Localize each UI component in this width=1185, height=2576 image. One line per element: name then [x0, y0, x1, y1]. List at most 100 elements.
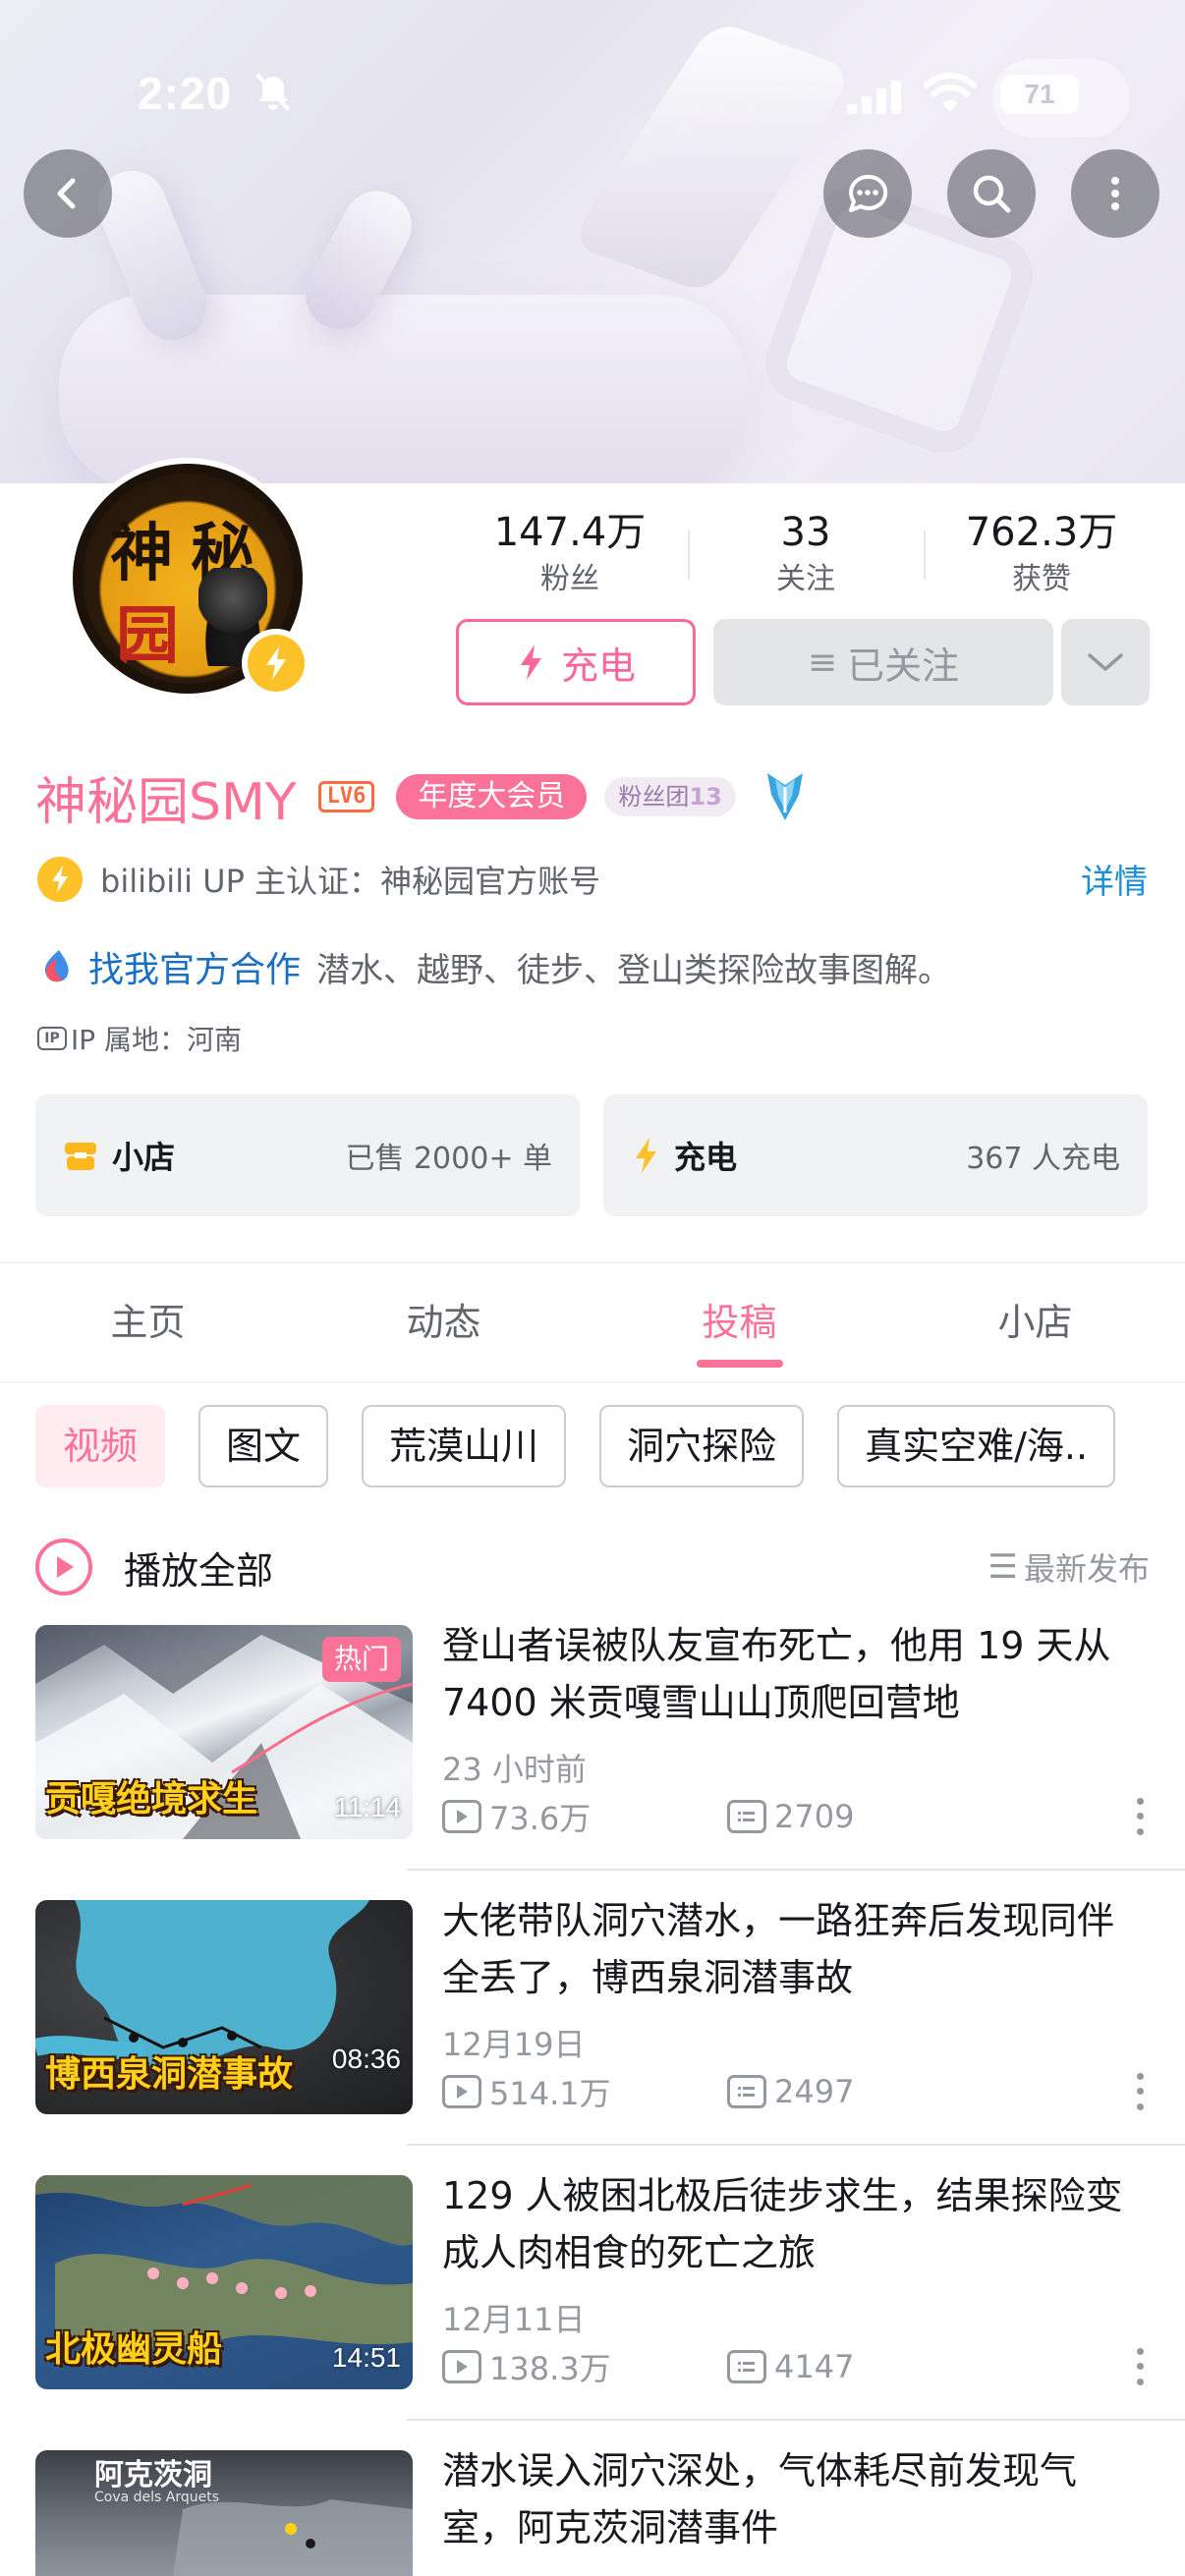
thumbnail-title: 阿克茨洞	[94, 2458, 212, 2492]
shop-card[interactable]: 小店 已售 2000+ 单	[35, 1094, 580, 1216]
ip-location: IP 属地：河南	[71, 1024, 243, 1056]
charge-button[interactable]: 充电	[456, 619, 696, 705]
message-button[interactable]	[823, 149, 912, 238]
video-thumbnail[interactable]: 博西泉洞潜事故 08:36	[35, 1900, 413, 2114]
fan-group-label: 粉丝团	[618, 783, 690, 811]
chip-air-sea-disasters[interactable]: 真实空难/海..	[837, 1405, 1116, 1487]
more-button[interactable]	[1071, 149, 1159, 238]
video-date: 12月11日	[442, 2301, 586, 2338]
wifi-icon	[924, 73, 977, 112]
chip-cave-exploration[interactable]: 洞穴探险	[599, 1405, 805, 1487]
thumbnail-title: 贡嘎绝境求生	[45, 1779, 258, 1820]
thumbnail-title: 北极幽灵船	[45, 2329, 223, 2370]
profile-stats: 147.4万 粉丝 33 关注 762.3万 获赞	[452, 505, 1159, 603]
divider	[0, 1381, 1185, 1383]
level-badge: LV6	[317, 781, 375, 812]
stat-following[interactable]: 33 关注	[688, 505, 924, 603]
video-meta: 73.6万 2709	[442, 1794, 1130, 1839]
divider	[407, 2144, 1185, 2146]
play-count-icon	[442, 2075, 481, 2108]
danmaku-count-value: 2709	[774, 1798, 855, 1835]
shop-icon	[65, 1143, 96, 1170]
view-count: 514.1万	[442, 2069, 727, 2114]
tab-dynamics[interactable]: 动态	[296, 1263, 592, 1381]
sort-dropdown[interactable]: ☰ 最新发布	[988, 1544, 1151, 1590]
verified-badge	[242, 629, 310, 698]
menu-lines-icon: ≡	[807, 642, 838, 683]
danmaku-icon	[727, 2075, 766, 2108]
video-more-button[interactable]	[1130, 1794, 1150, 1839]
video-duration: 14:51	[331, 2342, 401, 2373]
followed-button[interactable]: ≡ 已关注	[713, 619, 1053, 705]
auth-detail-link[interactable]: 详情	[1081, 855, 1148, 903]
auth-text: bilibili UP 主认证：神秘园官方账号	[100, 863, 601, 900]
status-time: 2:20	[138, 68, 233, 119]
tab-shop[interactable]: 小店	[887, 1263, 1183, 1381]
back-icon	[57, 178, 76, 209]
video-thumbnail[interactable]: 北极幽灵船 14:51	[35, 2175, 413, 2389]
video-more-button[interactable]	[1130, 2344, 1150, 2389]
video-meta: 138.3万 4147	[442, 2344, 1130, 2389]
stat-label: 粉丝	[540, 562, 599, 596]
avatar-text: 神	[110, 517, 173, 590]
charge-button-label: 充电	[560, 644, 636, 688]
view-count-value: 138.3万	[489, 2350, 611, 2387]
video-thumbnail[interactable]: 阿克茨洞 Cova dels Arquets	[35, 2450, 413, 2576]
search-button[interactable]	[947, 149, 1036, 238]
video-duration: 08:36	[331, 2044, 401, 2074]
video-thumbnail[interactable]: 热门 贡嘎绝境求生 11:14	[35, 1625, 413, 1839]
view-count: 73.6万	[442, 1794, 727, 1839]
play-all-row: 播放全部 ☰ 最新发布	[35, 1533, 1150, 1601]
video-item[interactable]: 北极幽灵船 14:51 129 人被困北极后徒步求生，结果探险变成人肉相食的死亡…	[35, 2174, 1150, 2393]
chip-desert-mountains[interactable]: 荒漠山川	[362, 1405, 567, 1487]
video-item[interactable]: 博西泉洞潜事故 08:36 大佬带队洞穴潜水，一路狂奔后发现同伴全丢了，博西泉洞…	[35, 1899, 1150, 2118]
charge-card-value: 367 人充电	[966, 1142, 1120, 1176]
recommend-dropdown-button[interactable]	[1061, 619, 1150, 705]
play-count-icon	[442, 1800, 481, 1833]
battery-indicator: 71	[1000, 75, 1079, 114]
play-icon	[57, 1556, 74, 1578]
video-item[interactable]: 热门 贡嘎绝境求生 11:14 登山者误被队友宣布死亡，他用 19 天从 740…	[35, 1624, 1150, 1843]
lightning-icon	[37, 857, 83, 902]
stat-followers[interactable]: 147.4万 粉丝	[452, 505, 688, 603]
video-title[interactable]: 大佬带队洞穴潜水，一路狂奔后发现同伴全丢了，博西泉洞潜事故	[442, 1892, 1150, 2006]
stat-likes[interactable]: 762.3万 获赞	[924, 505, 1159, 603]
danmaku-count-value: 4147	[774, 2348, 855, 2385]
sort-icon: ☰	[988, 1547, 1018, 1587]
chevron-down-icon	[1088, 653, 1123, 671]
vip-badge[interactable]: 年度大会员	[396, 774, 588, 819]
video-title[interactable]: 登山者误被队友宣布死亡，他用 19 天从 7400 米贡嘎雪山山顶爬回营地	[442, 1617, 1150, 1731]
lightning-icon	[266, 646, 286, 680]
video-item[interactable]: 阿克茨洞 Cova dels Arquets 潜水误入洞穴深处，气体耗尽前发现气…	[35, 2449, 1150, 2576]
message-icon	[849, 174, 888, 212]
tab-uploads[interactable]: 投稿	[592, 1263, 887, 1381]
cave-graphic	[173, 2499, 413, 2576]
play-count-icon	[442, 2350, 481, 2383]
shop-card-title: 小店	[112, 1139, 176, 1176]
back-button[interactable]	[24, 149, 112, 238]
profile-tabs: 主页 动态 投稿 小店	[0, 1263, 1185, 1381]
tab-home[interactable]: 主页	[0, 1263, 296, 1381]
charge-card[interactable]: 充电 367 人充电	[603, 1094, 1148, 1216]
medal-icon[interactable]	[762, 769, 809, 824]
cooperation-icon	[44, 950, 69, 982]
username: 神秘园SMY	[35, 772, 297, 832]
play-all-button[interactable]	[35, 1539, 92, 1596]
chip-video[interactable]: 视频	[35, 1405, 166, 1487]
video-more-button[interactable]	[1130, 2069, 1150, 2114]
video-title[interactable]: 潜水误入洞穴深处，气体耗尽前发现气室，阿克茨洞潜事件	[442, 2442, 1150, 2556]
stat-value: 762.3万	[965, 510, 1118, 555]
chip-article[interactable]: 图文	[198, 1405, 329, 1487]
fan-group-badge[interactable]: 粉丝团13	[604, 777, 736, 816]
sort-label: 最新发布	[1023, 1550, 1150, 1588]
view-count-value: 514.1万	[489, 2075, 611, 2112]
cooperation-link[interactable]: 找我官方合作	[88, 941, 301, 992]
shop-card-value: 已售 2000+ 单	[345, 1142, 552, 1176]
video-title[interactable]: 129 人被困北极后徒步求生，结果探险变成人肉相食的死亡之旅	[442, 2167, 1150, 2281]
thumbnail-title: 博西泉洞潜事故	[45, 2054, 294, 2095]
play-all-label[interactable]: 播放全部	[124, 1540, 273, 1595]
danmaku-count: 4147	[727, 2348, 854, 2385]
bell-muted-icon	[255, 73, 291, 112]
bio-text: 潜水、越野、徒步、登山类探险故事图解。	[316, 950, 952, 990]
stat-label: 获赞	[1012, 562, 1071, 596]
